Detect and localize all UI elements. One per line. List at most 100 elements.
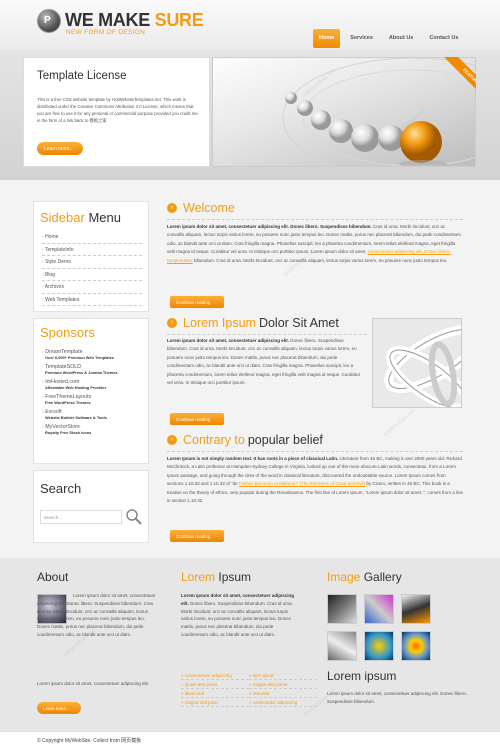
- gallery-title-a: Image: [327, 570, 361, 584]
- sidebar-item-home[interactable]: Home: [42, 231, 142, 244]
- sponsor-desc: Royalty Free Stock Icons: [45, 430, 92, 435]
- copyright: © Copyright MyWebSite. Collect from 网页模板: [37, 738, 142, 744]
- welcome-lead: Lorem ipsum dolor sit amet, consectetuer…: [167, 224, 372, 229]
- sidebar-item-archives[interactable]: Archives: [42, 281, 142, 294]
- sidebar-item-blog[interactable]: Blog: [42, 269, 142, 281]
- sponsors-list: DreamTemplateOver 6,000+ Premium Web Tem…: [42, 349, 146, 439]
- lorem-body: Donec libero. Suspendisse bibendum. Cras…: [167, 338, 361, 386]
- footer-link[interactable]: magna sed purus: [249, 682, 317, 689]
- divider: [167, 334, 367, 335]
- about-title: About: [37, 570, 69, 584]
- contrary-link[interactable]: Finibus Bonorum et Malorum" (The Extreme…: [239, 481, 365, 486]
- site-subtitle: NEW FORM OF DESIGN: [66, 29, 146, 36]
- contrary-continue-button[interactable]: Continue reading: [170, 530, 224, 542]
- about-text: Lorem ipsum dolor sit amet, consectetuer…: [37, 593, 156, 637]
- lorem-text: Lorem ipsum dolor sit amet, consectetuer…: [167, 337, 364, 387]
- sidebar-item-web-templates[interactable]: Web Templates: [42, 294, 142, 306]
- gallery-thumb[interactable]: [327, 594, 357, 624]
- lorem-heading: › Lorem Ipsum Dolor Sit Amet: [167, 316, 339, 330]
- sponsor-desc: Affordable Web Hosting Provider: [45, 385, 107, 390]
- welcome-continue-button[interactable]: Continue reading: [170, 296, 224, 308]
- about-text-2: Lorem ipsum dolor sit amet, consectetuer…: [37, 681, 150, 686]
- lorem-title-b: Dolor Sit Amet: [258, 316, 339, 330]
- gallery-thumb[interactable]: [401, 631, 431, 661]
- nav-services[interactable]: Services: [344, 29, 379, 48]
- site-title-highlight: SURE: [154, 10, 204, 30]
- banner-title: Template License: [37, 70, 127, 82]
- banner-learn-more-button[interactable]: Learn more...: [37, 142, 83, 155]
- sidebar-menu-list: Home TemplateInfo Style Demo Blog Archiv…: [42, 231, 142, 306]
- arrow-circle-icon: ›: [167, 318, 177, 328]
- search-icon[interactable]: [125, 508, 143, 526]
- footer-link[interactable]: reteneat: [249, 691, 317, 698]
- main-nav: Home Services About Us Contact Us: [313, 29, 464, 49]
- contrary-heading: › Contrary to popular belief: [167, 433, 323, 447]
- sponsor-item[interactable]: MyVectorStoreRoyalty Free Stock Icons: [42, 424, 146, 435]
- welcome-body2: bibendum. Cras id urna. Morbi tincidunt,…: [192, 257, 448, 263]
- sponsor-item[interactable]: FreeThemeLayoutsFree WordPress Themes: [42, 394, 146, 405]
- sponsor-desc: Over 6,000+ Premium Web Templates: [45, 355, 114, 360]
- site-title-main: WE MAKE: [65, 10, 150, 30]
- footer-lorem-title-a: Lorem: [181, 570, 216, 584]
- lorem-lead: Lorem ipsum dolor sit amet, consectetuer…: [167, 338, 290, 343]
- divider: [167, 219, 463, 220]
- gallery-title-b: Gallery: [363, 570, 402, 584]
- nav-about[interactable]: About Us: [383, 29, 419, 48]
- sidebar-menu-title: Sidebar Menu: [40, 210, 121, 225]
- footer-link[interactable]: libero sed: [181, 691, 249, 698]
- search-title: Search: [40, 481, 82, 496]
- sidebar-menu-box: Sidebar Menu Home TemplateInfo Style Dem…: [33, 201, 149, 312]
- footer-lorem-title: Lorem Ipsum: [181, 570, 251, 584]
- contrary-text: Lorem Ipsum is not simply random text. I…: [167, 455, 463, 505]
- gallery-thumb[interactable]: [364, 594, 394, 624]
- sidebar-menu-title-a: Sidebar: [40, 210, 85, 225]
- logo-icon[interactable]: P: [37, 9, 61, 33]
- contrary-title-a: Contrary to: [183, 433, 245, 447]
- sidebar-item-templateinfo[interactable]: TemplateInfo: [42, 244, 142, 256]
- sponsor-desc: Free WordPress Themes: [45, 400, 91, 405]
- contrary-lead: Lorem Ipsum is not simply random text. I…: [167, 456, 339, 461]
- gallery-text: Lorem ipsum dolor sit amet, consectetuer…: [327, 691, 467, 704]
- sponsors-box: Sponsors DreamTemplateOver 6,000+ Premiu…: [33, 318, 149, 464]
- gallery-thumb[interactable]: [364, 631, 394, 661]
- gallery-title: Image Gallery: [327, 570, 402, 584]
- lorem-image: [372, 318, 462, 408]
- footer-link[interactable]: sem ipsum: [249, 673, 317, 680]
- sponsor-item[interactable]: TemplateSOLDPremium WordPress & Joomla T…: [42, 364, 146, 375]
- welcome-text: Lorem ipsum dolor sit amet, consectetuer…: [167, 223, 463, 265]
- sponsor-item[interactable]: EvrsoftWebsite Builder Software & Tools: [42, 409, 146, 420]
- gallery-subtitle: Lorem ipsum: [327, 669, 397, 683]
- contrary-title-b: popular belief: [247, 433, 323, 447]
- logo-mark: P: [44, 15, 51, 26]
- lorem-title-a: Lorem Ipsum: [183, 316, 256, 330]
- arrow-circle-icon: ›: [167, 435, 177, 445]
- gallery-thumb[interactable]: [401, 594, 431, 624]
- nav-home[interactable]: Home: [313, 29, 341, 48]
- sponsor-item[interactable]: ImHosted.comAffordable Web Hosting Provi…: [42, 379, 146, 390]
- divider: [167, 451, 463, 452]
- footer-link[interactable]: magna sed justo: [181, 700, 249, 707]
- featured-ribbon-label: FEATURED: [440, 57, 476, 110]
- nav-contact[interactable]: Contact Us: [423, 29, 464, 48]
- footer-lorem-text: Lorem ipsum dolor sit amet, consectetuer…: [181, 592, 301, 639]
- arrow-circle-icon: ›: [167, 203, 177, 213]
- sponsor-item[interactable]: DreamTemplateOver 6,000+ Premium Web Tem…: [42, 349, 146, 360]
- sponsor-desc: Website Builder Software & Tools: [45, 415, 107, 420]
- welcome-heading: › Welcome: [167, 201, 235, 215]
- gallery-thumb[interactable]: [327, 631, 357, 661]
- about-learn-more-button[interactable]: Learn more...: [37, 702, 81, 714]
- featured-ribbon: FEATURED: [420, 57, 476, 113]
- footer-link[interactable]: Quasi tem potus: [181, 682, 249, 689]
- footer-lorem-title-b: Ipsum: [218, 570, 252, 584]
- search-input[interactable]: Search...: [40, 510, 122, 524]
- banner-description: This is a free CSS website template by H…: [37, 97, 198, 123]
- footer-links: consectetuer adipiscing sem ipsum Quasi …: [181, 673, 321, 707]
- footer-link[interactable]: consectetuer adipiscing: [181, 673, 249, 680]
- footer-link[interactable]: consectetur adipiscing: [249, 700, 317, 707]
- sidebar-item-style-demo[interactable]: Style Demo: [42, 256, 142, 269]
- lorem-continue-button[interactable]: Continue reading: [170, 413, 224, 425]
- sponsor-desc: Premium WordPress & Joomla Themes: [45, 370, 118, 375]
- site-title[interactable]: WE MAKE SURE: [65, 10, 204, 31]
- welcome-title: Welcome: [183, 201, 235, 215]
- search-box: Search: [33, 470, 149, 543]
